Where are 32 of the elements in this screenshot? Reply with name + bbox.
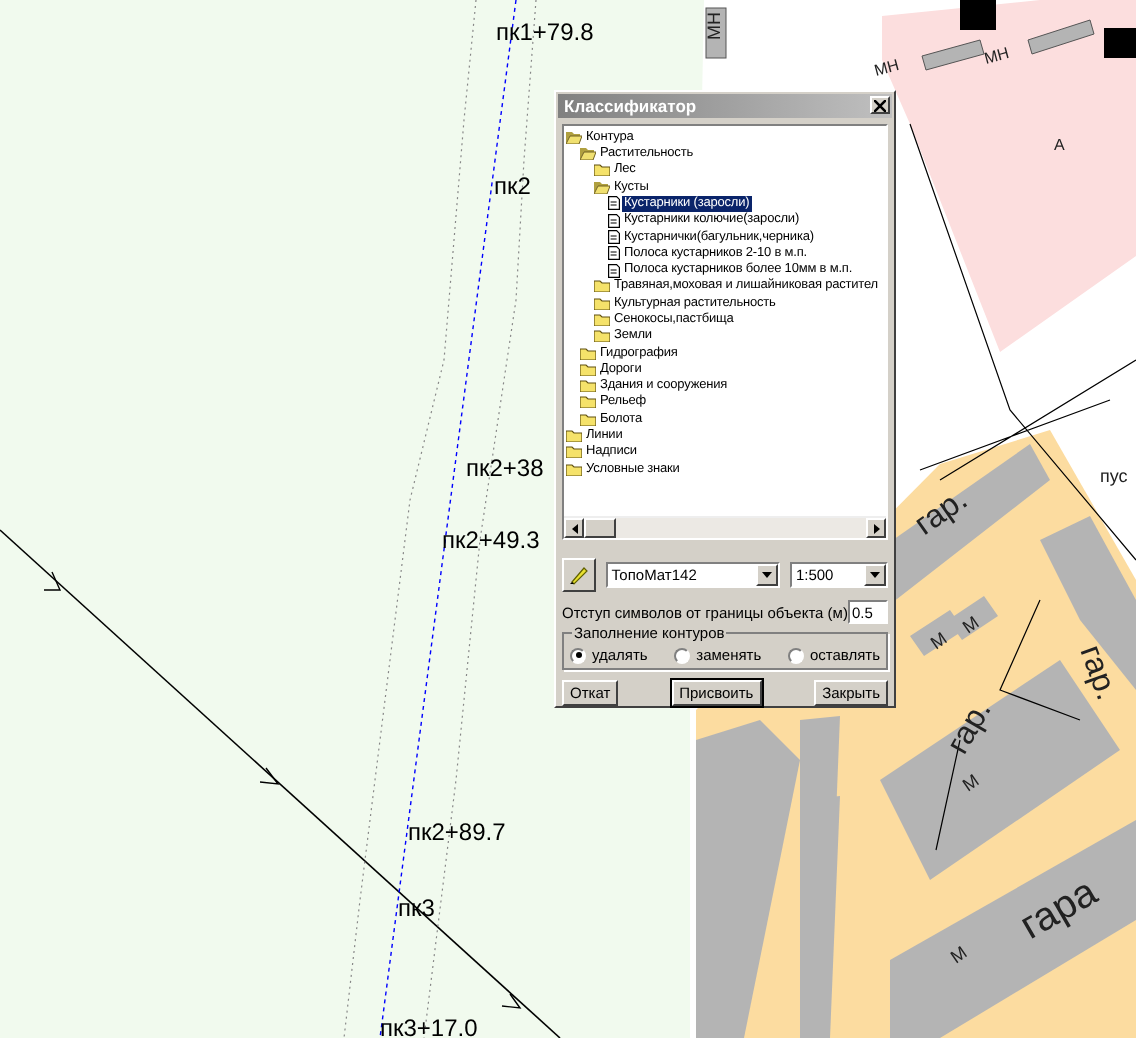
close-button[interactable] [870,96,890,115]
map-label: М [926,628,951,654]
map-label: МН [982,44,1012,68]
map-label: МН [704,12,724,40]
close-icon [874,99,886,112]
map-label: гар. [941,694,999,760]
radio-button[interactable] [787,647,804,663]
radio-button[interactable] [570,647,586,663]
map-label: МН [872,56,902,80]
radio-button[interactable] [674,647,691,663]
dropdown-icon [761,572,772,578]
map-label: М [958,770,983,796]
map-label: гар. [909,482,975,543]
horizontal-scrollbar[interactable] [564,516,886,538]
map-label: гара [1013,870,1105,949]
picket-label: пк1+79.8 [496,18,594,46]
right-arrow-icon [873,523,879,533]
map-label: гар. [1072,641,1124,705]
pencil-icon [567,564,590,586]
left-arrow-icon [571,523,577,533]
map-label: М [946,942,971,968]
picket-label: пк2+89.7 [408,818,506,846]
dropdown-icon [870,572,880,578]
map-label: А [1054,136,1065,154]
pencil-button[interactable] [562,558,596,592]
picket-label: пк3+17.0 [380,1014,478,1038]
picket-label: пк2+49.3 [442,526,540,554]
picket-label: пк2 [494,172,531,200]
picket-label: пк2+38 [466,454,544,482]
window-title: Классификатор [564,95,697,116]
map-label: М [958,612,983,638]
map-label: пус [1100,466,1128,486]
